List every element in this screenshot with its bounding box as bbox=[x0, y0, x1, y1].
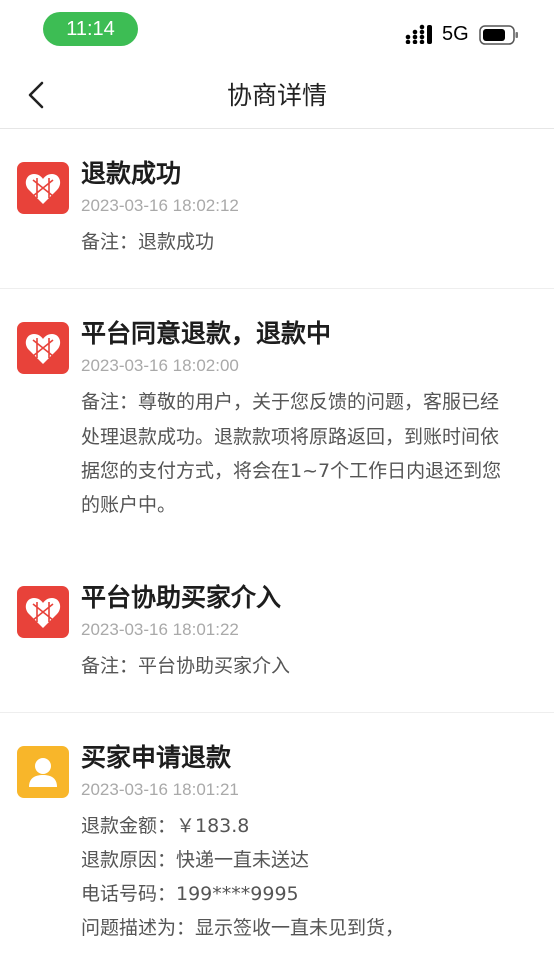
record-title: 买家申请退款 bbox=[81, 743, 232, 772]
record-time: 2023-03-16 18:02:00 bbox=[81, 356, 239, 375]
record-time: 2023-03-16 18:01:22 bbox=[81, 620, 239, 639]
record-remark-line: 据您的支付方式，将会在1~7个工作日内退还到您 bbox=[81, 460, 502, 482]
record-time: 2023-03-16 18:01:21 bbox=[81, 780, 239, 799]
negotiation-record: 平台同意退款，退款中 2023-03-16 18:02:00 备注：尊敬的用户，… bbox=[0, 288, 554, 538]
pinduoduo-logo-icon bbox=[17, 586, 69, 638]
record-title: 平台同意退款，退款中 bbox=[81, 319, 332, 348]
pinduoduo-logo-icon bbox=[17, 162, 69, 214]
problem-description: 问题描述为：显示签收一直未见到货， bbox=[81, 917, 405, 939]
battery-icon bbox=[479, 25, 518, 45]
page-title: 协商详情 bbox=[226, 81, 327, 110]
negotiation-record: 平台协助买家介入 2023-03-16 18:01:22 备注：平台协助买家介入 bbox=[0, 552, 554, 713]
record-remark-line: 处理退款成功。退款款项将原路返回，到账时间依 bbox=[81, 426, 500, 448]
nav-bar: 协商详情 bbox=[0, 62, 554, 129]
record-remark-line: 的账户中。 bbox=[81, 494, 177, 516]
record-remark: 备注：退款成功 bbox=[81, 231, 215, 253]
signal-icon bbox=[405, 24, 432, 44]
record-time: 2023-03-16 18:02:12 bbox=[81, 196, 239, 215]
record-title: 退款成功 bbox=[81, 159, 182, 188]
negotiation-record: 买家申请退款 2023-03-16 18:01:21 退款金额：￥183.8 退… bbox=[0, 712, 554, 973]
phone-number: 电话号码：199****9995 bbox=[81, 883, 299, 905]
status-time: 11:14 bbox=[43, 12, 138, 46]
record-title: 平台协助买家介入 bbox=[81, 583, 282, 612]
network-type: 5G bbox=[442, 23, 469, 45]
refund-reason: 退款原因：快递一直未送达 bbox=[81, 849, 310, 871]
refund-amount: 退款金额：￥183.8 bbox=[81, 815, 250, 837]
status-bar: 11:14 5G bbox=[0, 0, 554, 62]
record-remark: 备注：平台协助买家介入 bbox=[81, 655, 291, 677]
pinduoduo-logo-icon bbox=[17, 322, 69, 374]
user-icon bbox=[17, 746, 69, 798]
record-remark-line: 备注：尊敬的用户，关于您反馈的问题，客服已经 bbox=[81, 391, 500, 413]
negotiation-record: 退款成功 2023-03-16 18:02:12 备注：退款成功 bbox=[0, 128, 554, 289]
